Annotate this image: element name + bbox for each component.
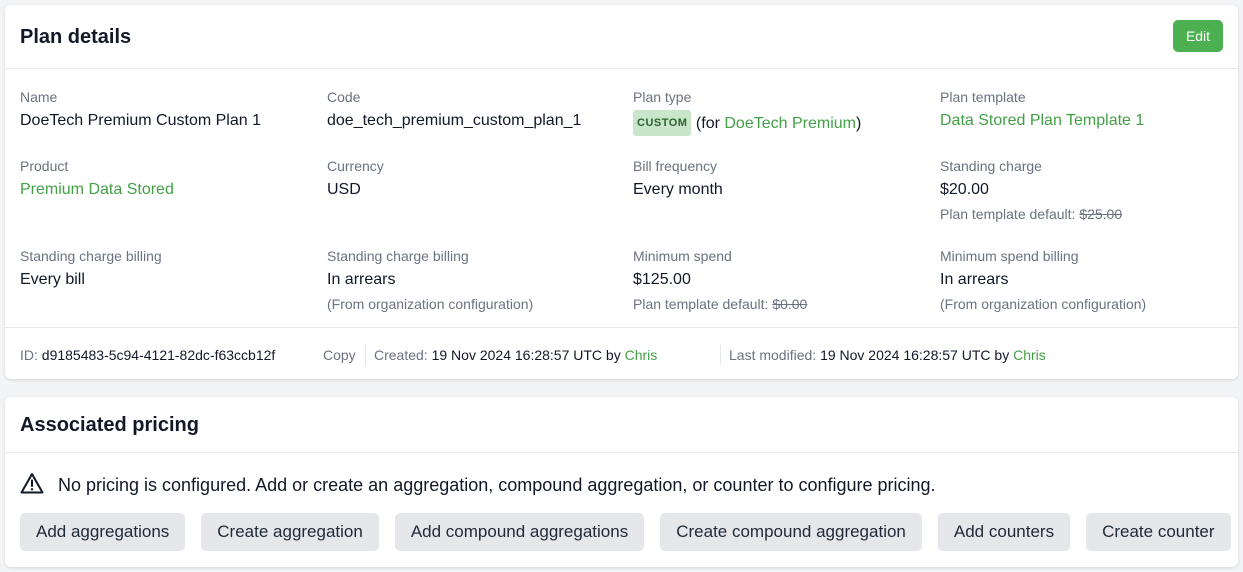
- modified-by-label: by: [990, 347, 1014, 363]
- plan-type-prefix: (for: [695, 115, 725, 132]
- associated-pricing-card: Associated pricing No pricing is configu…: [5, 397, 1238, 567]
- plan-template-link[interactable]: Data Stored Plan Template 1: [940, 110, 1240, 132]
- field-label: Currency: [327, 158, 384, 174]
- field-label: Plan type: [633, 89, 692, 105]
- field-standing-charge: Standing charge $20.00 Plan template def…: [940, 157, 1240, 223]
- field-label: Standing charge billing: [327, 248, 469, 264]
- field-value: Every bill: [20, 271, 85, 288]
- field-label: Name: [20, 89, 58, 105]
- field-plan-template: Plan template Data Stored Plan Template …: [940, 88, 1240, 132]
- add-counters-button[interactable]: Add counters: [937, 513, 1071, 551]
- field-value: In arrears: [327, 271, 396, 288]
- created-label: Created:: [374, 347, 432, 363]
- plan-type-suffix: ): [855, 115, 862, 132]
- template-default-value: $0.00: [772, 296, 808, 312]
- field-product: Product Premium Data Stored: [20, 157, 320, 201]
- divider: [720, 345, 721, 365]
- field-label: Minimum spend billing: [940, 248, 1079, 264]
- field-value: $20.00: [940, 181, 989, 198]
- field-note: (From organization configuration): [327, 296, 534, 312]
- field-bill-frequency: Bill frequency Every month: [633, 157, 933, 201]
- id-label: ID:: [20, 347, 42, 363]
- product-link[interactable]: Premium Data Stored: [20, 179, 320, 201]
- plan-meta-bar: ID: d9185483-5c94-4121-82dc-f63ccb12f Co…: [5, 327, 1238, 379]
- add-compound-aggregations-button[interactable]: Add compound aggregations: [394, 513, 645, 551]
- field-name: Name DoeTech Premium Custom Plan 1: [20, 88, 320, 132]
- field-label: Code: [327, 89, 361, 105]
- field-label: Bill frequency: [633, 158, 718, 174]
- plan-type-link[interactable]: DoeTech Premium: [724, 115, 856, 132]
- template-default-label: Plan template default:: [940, 206, 1080, 222]
- field-value: CUSTOM (for DoeTech Premium): [633, 110, 933, 136]
- create-aggregation-button[interactable]: Create aggregation: [201, 513, 379, 551]
- field-minimum-spend: Minimum spend $125.00 Plan template defa…: [633, 247, 933, 313]
- field-code: Code doe_tech_premium_custom_plan_1: [327, 88, 627, 132]
- plan-id: ID: d9185483-5c94-4121-82dc-f63ccb12f: [20, 347, 275, 363]
- field-standing-charge-billing: Standing charge billing Every bill: [20, 247, 320, 291]
- template-default-value: $25.00: [1079, 206, 1123, 222]
- copy-id-button[interactable]: Copy: [323, 347, 356, 363]
- modified-info: Last modified: 19 Nov 2024 16:28:57 UTC …: [729, 347, 1046, 363]
- create-compound-aggregation-button[interactable]: Create compound aggregation: [660, 513, 922, 551]
- field-value: Every month: [633, 181, 723, 198]
- modified-label: Last modified:: [729, 347, 821, 363]
- divider: [365, 345, 366, 365]
- template-default-note: Plan template default: $25.00: [940, 205, 1240, 223]
- associated-pricing-header: Associated pricing: [5, 397, 1238, 453]
- no-pricing-warning: No pricing is configured. Add or create …: [20, 472, 936, 499]
- field-value: USD: [327, 181, 361, 198]
- created-by-label: by: [602, 347, 625, 363]
- created-info: Created: 19 Nov 2024 16:28:57 UTC by Chr…: [374, 347, 657, 363]
- plan-details-header: Plan details Edit: [5, 5, 1238, 69]
- field-value: $125.00: [633, 271, 691, 288]
- modified-value: 19 Nov 2024 16:28:57 UTC: [820, 347, 991, 363]
- field-minimum-spend-billing: Minimum spend billing In arrears (From o…: [940, 247, 1240, 313]
- field-value: In arrears: [940, 271, 1009, 288]
- plan-details-card: Plan details Edit Name DoeTech Premium C…: [5, 5, 1238, 379]
- add-aggregations-button[interactable]: Add aggregations: [20, 513, 186, 551]
- warning-triangle-icon: [20, 472, 44, 499]
- field-value: doe_tech_premium_custom_plan_1: [327, 112, 582, 129]
- field-label: Product: [20, 158, 69, 174]
- template-default-note: Plan template default: $0.00: [633, 295, 933, 313]
- created-by-link[interactable]: Chris: [625, 347, 658, 363]
- warning-text: No pricing is configured. Add or create …: [58, 475, 936, 495]
- custom-badge: CUSTOM: [633, 110, 692, 136]
- field-plan-type: Plan type CUSTOM (for DoeTech Premium): [633, 88, 933, 136]
- created-value: 19 Nov 2024 16:28:57 UTC: [431, 347, 603, 363]
- field-currency: Currency USD: [327, 157, 627, 201]
- field-label: Standing charge billing: [20, 248, 162, 264]
- id-value: d9185483-5c94-4121-82dc-f63ccb12f: [41, 347, 276, 363]
- plan-details-title: Plan details: [20, 26, 132, 48]
- field-label: Standing charge: [940, 158, 1042, 174]
- field-value: DoeTech Premium Custom Plan 1: [20, 112, 261, 129]
- field-standing-charge-billing-timing: Standing charge billing In arrears (From…: [327, 247, 627, 313]
- associated-pricing-title: Associated pricing: [20, 414, 199, 436]
- create-counter-button[interactable]: Create counter: [1086, 513, 1231, 551]
- pricing-actions: Add aggregations Create aggregation Add …: [20, 513, 1243, 551]
- field-label: Minimum spend: [633, 248, 732, 264]
- template-default-label: Plan template default:: [633, 296, 773, 312]
- modified-by-link[interactable]: Chris: [1013, 347, 1046, 363]
- edit-button[interactable]: Edit: [1173, 20, 1223, 52]
- field-note: (From organization configuration): [940, 296, 1147, 312]
- field-label: Plan template: [940, 89, 1026, 105]
